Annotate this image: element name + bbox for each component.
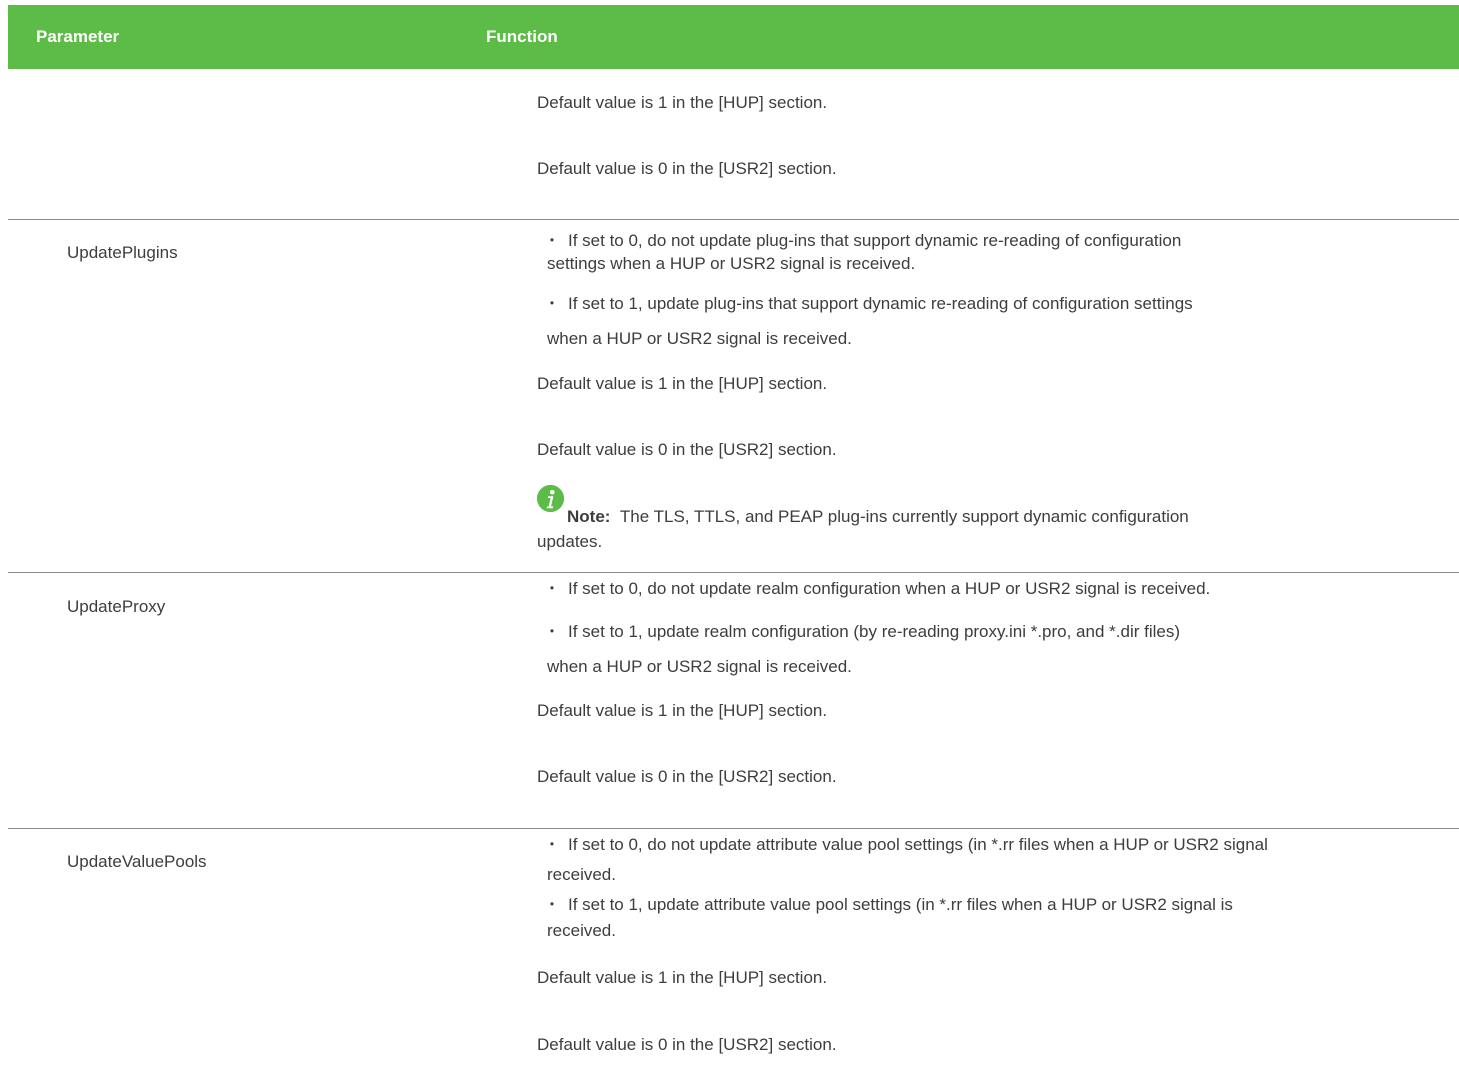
row-divider: [8, 219, 1459, 220]
parameter-name: UpdateValuePools: [67, 852, 207, 871]
parameter-name: UpdatePlugins: [67, 243, 178, 262]
bullet-item: • If set to 0, do not update realm config…: [546, 577, 1210, 600]
default-usr2-text: Default value is 0 in the [USR2] section…: [537, 767, 837, 786]
bullet-icon: •: [549, 624, 555, 638]
bullet-continuation: when a HUP or USR2 signal is received.: [547, 657, 852, 676]
default-hup-text: Default value is 1 in the [HUP] section.: [537, 701, 828, 720]
bullet-continuation: when a HUP or USR2 signal is received.: [547, 329, 852, 348]
default-hup-text: Default value is 1 in the [HUP] section.: [537, 93, 828, 112]
bullet-icon: •: [549, 837, 555, 851]
default-hup-text: Default value is 1 in the [HUP] section.: [537, 374, 828, 393]
default-usr2-text: Default value is 0 in the [USR2] section…: [537, 1035, 837, 1054]
default-usr2-text: Default value is 0 in the [USR2] section…: [537, 159, 837, 178]
bullet-item: • If set to 1, update plug-ins that suppo…: [546, 292, 1193, 315]
bullet-continuation: settings when a HUP or USR2 signal is re…: [547, 254, 916, 273]
column-header-function: Function: [486, 27, 558, 46]
bullet-continuation: received.: [547, 921, 616, 940]
row-divider: [8, 572, 1459, 573]
default-hup-text: Default value is 1 in the [HUP] section.: [537, 968, 828, 987]
bullet-icon: •: [549, 296, 555, 310]
row-divider: [8, 828, 1459, 829]
bullet-item: • If set to 0, do not update plug-ins tha…: [546, 229, 1181, 252]
info-icon: [537, 485, 564, 512]
bullet-icon: •: [549, 897, 555, 911]
parameter-table: Parameter Function Default value is 1 in…: [0, 0, 1459, 1090]
table-header: Parameter Function: [8, 5, 1459, 69]
bullet-item: • If set to 1, update attribute value poo…: [546, 893, 1233, 916]
bullet-continuation: received.: [547, 865, 616, 884]
note-text: The TLS, TTLS, and PEAP plug-ins current…: [619, 507, 1189, 526]
note-line: Note: The TLS, TTLS, and PEAP plug-ins c…: [567, 506, 1189, 528]
bullet-item: • If set to 0, do not update attribute va…: [546, 833, 1268, 856]
default-usr2-text: Default value is 0 in the [USR2] section…: [537, 440, 837, 459]
bullet-icon: •: [549, 581, 555, 595]
note-text-continuation: updates.: [537, 532, 603, 551]
bullet-icon: •: [549, 233, 555, 247]
parameter-name: UpdateProxy: [67, 597, 166, 616]
note-label: Note:: [567, 507, 611, 526]
bullet-item: • If set to 1, update realm configuration…: [546, 620, 1180, 643]
column-header-parameter: Parameter: [36, 27, 120, 46]
